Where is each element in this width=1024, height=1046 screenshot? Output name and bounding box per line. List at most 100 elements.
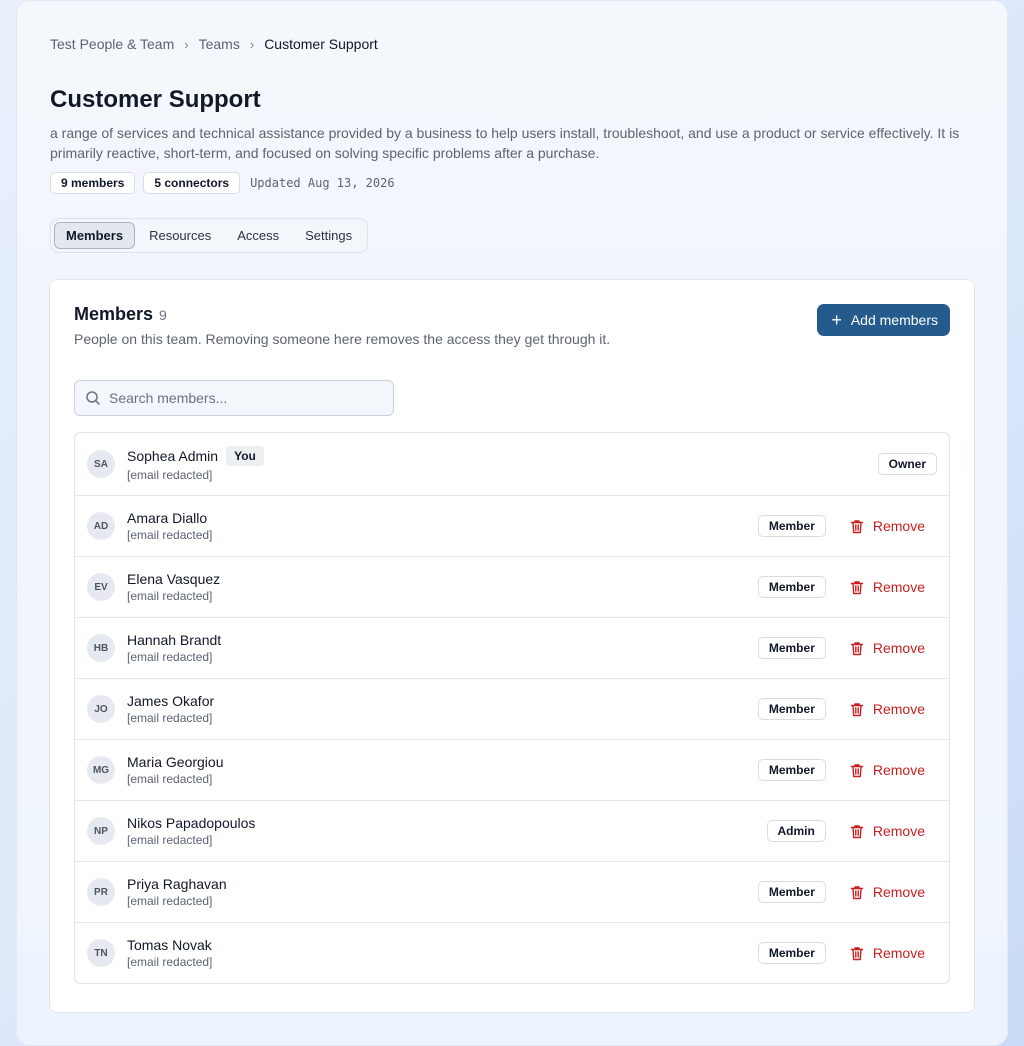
- member-name: Hannah Brandt: [127, 632, 222, 648]
- breadcrumb-item-workspace[interactable]: Test People & Team: [50, 36, 174, 52]
- chevron-right-icon: ›: [249, 36, 255, 52]
- avatar: TN: [87, 939, 115, 967]
- member-name-line: Tomas Novak: [127, 937, 758, 953]
- member-email: [email redacted]: [127, 650, 213, 664]
- member-name: Elena Vasquez: [127, 571, 221, 587]
- updated-timestamp: Updated Aug 13, 2026: [250, 176, 395, 190]
- tab-settings[interactable]: Settings: [293, 222, 364, 249]
- member-info: Priya Raghavan [email redacted]: [127, 876, 758, 908]
- members-card: Members 9 People on this team. Removing …: [49, 279, 975, 1013]
- remove-label: Remove: [872, 884, 925, 900]
- members-card-count: 9: [159, 307, 167, 323]
- breadcrumb-item-teams[interactable]: Teams: [199, 36, 240, 52]
- remove-label: Remove: [872, 518, 925, 534]
- meta-row: 9 members 5 connectors Updated Aug 13, 2…: [50, 172, 974, 194]
- role-badge: Member: [757, 759, 826, 781]
- members-count-chip: 9 members: [50, 172, 136, 194]
- member-email: [email redacted]: [127, 833, 213, 847]
- trash-icon: [850, 885, 864, 900]
- avatar: EV: [87, 573, 115, 601]
- member-name-line: Priya Raghavan: [127, 876, 758, 892]
- member-name: Maria Georgiou: [127, 754, 224, 770]
- member-name-line: James Okafor: [127, 693, 758, 709]
- member-row: HB Hannah Brandt [email redacted] Member…: [75, 617, 949, 678]
- remove-member-button[interactable]: Remove: [850, 579, 925, 595]
- remove-member-button[interactable]: Remove: [850, 884, 925, 900]
- member-info: Elena Vasquez [email redacted]: [127, 571, 758, 603]
- member-name: Sophea Admin: [127, 448, 219, 464]
- members-card-title: Members: [74, 304, 154, 324]
- trash-icon: [850, 641, 864, 656]
- member-list: SA Sophea Admin You [email redacted] Own…: [74, 432, 950, 984]
- member-name-line: Hannah Brandt: [127, 632, 758, 648]
- member-name: Priya Raghavan: [127, 876, 227, 892]
- avatar: PR: [87, 878, 115, 906]
- member-name-line: Amara Diallo: [127, 510, 758, 526]
- remove-member-button[interactable]: Remove: [850, 640, 925, 656]
- remove-member-button[interactable]: Remove: [850, 518, 925, 534]
- member-info: Sophea Admin You [email redacted]: [127, 446, 878, 482]
- member-info: Tomas Novak [email redacted]: [127, 937, 758, 969]
- remove-label: Remove: [872, 579, 925, 595]
- member-info: Nikos Papadopoulos [email redacted]: [127, 815, 767, 847]
- members-card-header: Members 9 People on this team. Removing …: [74, 304, 950, 347]
- member-row: NP Nikos Papadopoulos [email redacted] A…: [75, 800, 949, 861]
- search-icon: [86, 391, 100, 405]
- member-row: SA Sophea Admin You [email redacted] Own…: [75, 433, 949, 495]
- remove-label: Remove: [872, 640, 925, 656]
- role-badge: Member: [757, 942, 826, 964]
- tab-access[interactable]: Access: [225, 222, 291, 249]
- role-badge: Member: [757, 515, 826, 537]
- member-email: [email redacted]: [127, 772, 213, 786]
- member-email: [email redacted]: [127, 711, 213, 725]
- remove-member-button[interactable]: Remove: [850, 945, 925, 961]
- member-name-line: Elena Vasquez: [127, 571, 758, 587]
- role-badge: Member: [757, 881, 826, 903]
- remove-label: Remove: [872, 701, 925, 717]
- tab-resources[interactable]: Resources: [137, 222, 223, 249]
- avatar: AD: [87, 512, 115, 540]
- remove-label: Remove: [872, 823, 925, 839]
- member-info: Amara Diallo [email redacted]: [127, 510, 758, 542]
- search-field[interactable]: [74, 380, 394, 416]
- member-name: Nikos Papadopoulos: [127, 815, 256, 831]
- role-badge: Member: [757, 637, 826, 659]
- member-info: Hannah Brandt [email redacted]: [127, 632, 758, 664]
- member-email: [email redacted]: [127, 955, 213, 969]
- connectors-count-chip: 5 connectors: [143, 172, 241, 194]
- avatar: SA: [87, 450, 115, 478]
- member-email: [email redacted]: [127, 468, 213, 482]
- remove-member-button[interactable]: Remove: [850, 762, 925, 778]
- member-name-line: Sophea Admin You: [127, 446, 878, 466]
- members-card-subtitle: People on this team. Removing someone he…: [74, 331, 611, 347]
- member-row: MG Maria Georgiou [email redacted] Membe…: [75, 739, 949, 800]
- add-members-button[interactable]: + Add members: [817, 304, 950, 336]
- plus-icon: +: [831, 310, 842, 330]
- role-badge: Member: [757, 698, 826, 720]
- role-badge: Member: [757, 576, 826, 598]
- tab-members[interactable]: Members: [54, 222, 136, 249]
- member-row: AD Amara Diallo [email redacted] Member …: [75, 495, 949, 556]
- you-badge: You: [226, 446, 264, 466]
- member-name: James Okafor: [127, 693, 215, 709]
- members-title-row: Members 9: [74, 304, 610, 325]
- member-info: Maria Georgiou [email redacted]: [127, 754, 758, 786]
- avatar: JO: [87, 695, 115, 723]
- avatar: HB: [87, 634, 115, 662]
- member-email: [email redacted]: [127, 528, 213, 542]
- remove-member-button[interactable]: Remove: [850, 701, 925, 717]
- add-members-label: Add members: [850, 312, 938, 328]
- trash-icon: [850, 580, 864, 595]
- search-input[interactable]: [109, 390, 379, 406]
- role-badge: Admin: [766, 820, 826, 842]
- remove-member-button[interactable]: Remove: [850, 823, 925, 839]
- member-email: [email redacted]: [127, 894, 213, 908]
- member-name-line: Maria Georgiou: [127, 754, 758, 770]
- trash-icon: [850, 946, 864, 961]
- chevron-right-icon: ›: [184, 36, 189, 52]
- avatar: NP: [87, 817, 115, 845]
- member-name: Amara Diallo: [127, 510, 208, 526]
- trash-icon: [850, 519, 864, 534]
- breadcrumb: Test People & Team › Teams › Customer Su…: [50, 35, 974, 53]
- page-title: Customer Support: [50, 86, 261, 113]
